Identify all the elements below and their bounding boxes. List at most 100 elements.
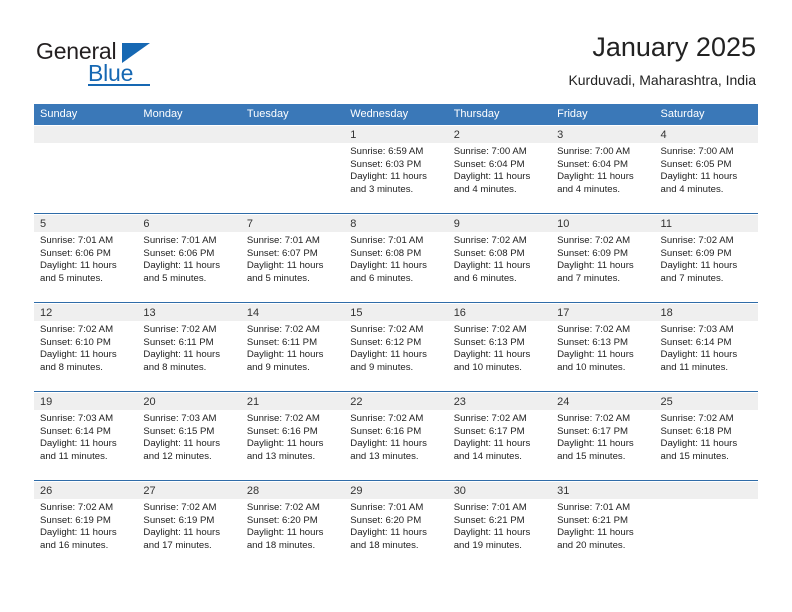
day-cell-21[interactable]: 21 Sunrise: 7:02 AM Sunset: 6:16 PM Dayligh… <box>240 392 345 480</box>
day-cell-details: Sunrise: 7:00 AM Sunset: 6:04 PM Daylight:… <box>448 143 551 196</box>
day-cell-details: Sunrise: 7:02 AM Sunset: 6:17 PM Daylight:… <box>448 410 551 463</box>
day-detail-line: Sunset: 6:18 PM <box>660 425 732 437</box>
day-detail-line: Sunrise: 7:02 AM <box>246 502 320 513</box>
day-detail-line: Daylight: 11 hours <box>143 349 221 361</box>
day-detail-line: Sunset: 6:21 PM <box>453 514 525 526</box>
day-detail-line: Sunset: 6:14 PM <box>40 425 111 437</box>
day-detail-line: and 5 minutes. <box>246 272 310 284</box>
day-detail-line: Daylight: 11 hours <box>350 171 427 183</box>
day-cell-details <box>655 499 758 502</box>
day-cell-11[interactable]: 11 Sunrise: 7:02 AM Sunset: 6:09 PM Dayligh… <box>654 214 758 302</box>
day-cell-2[interactable]: 2 Sunrise: 7:00 AM Sunset: 6:04 PM Daylight… <box>447 125 552 213</box>
day-number: 9 <box>453 218 460 230</box>
day-cell-16[interactable]: 16 Sunrise: 7:02 AM Sunset: 6:13 PM Dayligh… <box>447 303 552 391</box>
day-detail-line: Daylight: 11 hours <box>40 438 117 450</box>
day-detail-line: and 5 minutes. <box>143 272 207 284</box>
day-cell-details: Sunrise: 7:03 AM Sunset: 6:14 PM Daylight:… <box>34 410 137 463</box>
day-detail-line: Sunrise: 7:01 AM <box>350 502 424 513</box>
day-detail-line: and 9 minutes. <box>246 361 310 373</box>
day-number-bar: 23 <box>447 392 552 410</box>
day-detail-line: Daylight: 11 hours <box>557 438 634 450</box>
day-cell-28[interactable]: 28 Sunrise: 7:02 AM Sunset: 6:20 PM Dayligh… <box>240 481 345 569</box>
weekday-header-friday: Friday <box>557 108 588 120</box>
day-cell-details: Sunrise: 7:02 AM Sunset: 6:20 PM Daylight:… <box>241 499 344 552</box>
day-cell-18[interactable]: 18 Sunrise: 7:03 AM Sunset: 6:14 PM Dayligh… <box>654 303 758 391</box>
day-detail-line: Sunset: 6:13 PM <box>557 336 629 348</box>
day-detail-line: Sunrise: 7:02 AM <box>453 413 527 424</box>
day-number-bar: 3 <box>551 125 655 143</box>
day-detail-line: Daylight: 11 hours <box>557 349 634 361</box>
day-number-bar: 31 <box>551 481 655 499</box>
day-cell-27[interactable]: 27 Sunrise: 7:02 AM Sunset: 6:19 PM Dayligh… <box>137 481 241 569</box>
day-detail-line: and 16 minutes. <box>40 539 109 551</box>
day-cell-26[interactable]: 26 Sunrise: 7:02 AM Sunset: 6:19 PM Dayligh… <box>34 481 138 569</box>
day-cell-20[interactable]: 20 Sunrise: 7:03 AM Sunset: 6:15 PM Dayligh… <box>137 392 241 480</box>
day-cell-14[interactable]: 14 Sunrise: 7:02 AM Sunset: 6:11 PM Dayligh… <box>240 303 345 391</box>
weekday-header-tuesday: Tuesday <box>246 108 289 120</box>
day-detail-line: Sunrise: 7:01 AM <box>143 235 217 246</box>
day-detail-line: and 18 minutes. <box>246 539 316 551</box>
day-number-bar: 20 <box>137 392 241 410</box>
day-cell-8[interactable]: 8 Sunrise: 7:01 AM Sunset: 6:08 PM Daylight… <box>344 214 448 302</box>
day-cell-12[interactable]: 12 Sunrise: 7:02 AM Sunset: 6:10 PM Dayligh… <box>34 303 138 391</box>
day-detail-line: and 9 minutes. <box>350 361 414 373</box>
day-cell-10[interactable]: 10 Sunrise: 7:02 AM Sunset: 6:09 PM Dayligh… <box>551 214 655 302</box>
day-detail-line: Daylight: 11 hours <box>143 260 221 272</box>
day-detail-line: and 8 minutes. <box>143 361 207 373</box>
day-detail-line: Daylight: 11 hours <box>350 260 427 272</box>
day-cell-24[interactable]: 24 Sunrise: 7:02 AM Sunset: 6:17 PM Dayligh… <box>551 392 655 480</box>
day-number: 14 <box>246 307 260 319</box>
day-cell-7[interactable]: 7 Sunrise: 7:01 AM Sunset: 6:07 PM Daylight… <box>240 214 345 302</box>
day-detail-line: and 10 minutes. <box>453 361 522 373</box>
day-detail-line: Daylight: 11 hours <box>350 527 427 539</box>
day-cell-details: Sunrise: 6:59 AM Sunset: 6:03 PM Daylight:… <box>344 143 447 196</box>
day-detail-line: Daylight: 11 hours <box>246 349 324 361</box>
day-detail-line: and 13 minutes. <box>246 450 316 462</box>
day-cell-4[interactable]: 4 Sunrise: 7:00 AM Sunset: 6:05 PM Daylight… <box>654 125 758 213</box>
day-detail-line: and 10 minutes. <box>557 361 626 373</box>
day-detail-line: Sunrise: 7:02 AM <box>350 413 424 424</box>
day-cell-15[interactable]: 15 Sunrise: 7:02 AM Sunset: 6:12 PM Dayligh… <box>344 303 448 391</box>
day-cell-13[interactable]: 13 Sunrise: 7:02 AM Sunset: 6:11 PM Dayligh… <box>137 303 241 391</box>
day-detail-line: Sunrise: 7:00 AM <box>453 146 527 157</box>
day-number-bar: 12 <box>34 303 138 321</box>
day-cell-details: Sunrise: 7:01 AM Sunset: 6:21 PM Daylight:… <box>448 499 551 552</box>
day-cell-details: Sunrise: 7:00 AM Sunset: 6:05 PM Daylight:… <box>655 143 758 196</box>
day-cell-30[interactable]: 30 Sunrise: 7:01 AM Sunset: 6:21 PM Dayligh… <box>447 481 552 569</box>
day-number: 24 <box>557 396 570 408</box>
day-cell-23[interactable]: 23 Sunrise: 7:02 AM Sunset: 6:17 PM Dayligh… <box>447 392 552 480</box>
day-detail-line: and 4 minutes. <box>453 183 517 195</box>
day-detail-line: Sunset: 6:09 PM <box>557 247 629 259</box>
title-block: January 2025 Kurduvadi, Maharashtra, Ind… <box>568 30 756 90</box>
generalblue-logo[interactable]: General Blue <box>36 38 166 86</box>
day-detail-line: Sunset: 6:20 PM <box>246 514 318 526</box>
day-cell-5[interactable]: 5 Sunrise: 7:01 AM Sunset: 6:06 PM Daylight… <box>34 214 138 302</box>
day-cell-22[interactable]: 22 Sunrise: 7:02 AM Sunset: 6:16 PM Dayligh… <box>344 392 448 480</box>
day-cell-25[interactable]: 25 Sunrise: 7:02 AM Sunset: 6:18 PM Dayligh… <box>654 392 758 480</box>
day-detail-line: Sunset: 6:14 PM <box>660 336 732 348</box>
day-detail-line: and 20 minutes. <box>557 539 626 551</box>
page-title: January 2025 <box>592 32 756 62</box>
day-detail-line: Sunrise: 7:02 AM <box>40 324 114 335</box>
day-detail-line: Daylight: 11 hours <box>246 260 324 272</box>
day-detail-line: Sunset: 6:06 PM <box>143 247 215 259</box>
day-detail-line: Sunset: 6:08 PM <box>453 247 525 259</box>
day-number: 17 <box>557 307 570 319</box>
day-cell-3[interactable]: 3 Sunrise: 7:00 AM Sunset: 6:04 PM Daylight… <box>551 125 655 213</box>
day-cell-9[interactable]: 9 Sunrise: 7:02 AM Sunset: 6:08 PM Daylight… <box>447 214 552 302</box>
day-cell-31[interactable]: 31 Sunrise: 7:01 AM Sunset: 6:21 PM Dayligh… <box>551 481 655 569</box>
day-detail-line: Sunset: 6:10 PM <box>40 336 111 348</box>
day-cell-29[interactable]: 29 Sunrise: 7:01 AM Sunset: 6:20 PM Dayligh… <box>344 481 448 569</box>
day-cell-6[interactable]: 6 Sunrise: 7:01 AM Sunset: 6:06 PM Daylight… <box>137 214 241 302</box>
day-cell-details: Sunrise: 7:01 AM Sunset: 6:07 PM Daylight:… <box>241 232 344 285</box>
day-detail-line: and 3 minutes. <box>350 183 414 195</box>
day-cell-1[interactable]: 1 Sunrise: 6:59 AM Sunset: 6:03 PM Daylight… <box>344 125 448 213</box>
day-number-bar: 9 <box>447 214 552 232</box>
day-detail-line: Sunrise: 7:01 AM <box>453 502 527 513</box>
day-cell-17[interactable]: 17 Sunrise: 7:02 AM Sunset: 6:13 PM Dayligh… <box>551 303 655 391</box>
day-detail-line: Sunset: 6:16 PM <box>246 425 318 437</box>
day-cell-details: Sunrise: 7:03 AM Sunset: 6:15 PM Daylight:… <box>137 410 240 463</box>
day-number: 27 <box>143 485 156 497</box>
day-cell-19[interactable]: 19 Sunrise: 7:03 AM Sunset: 6:14 PM Dayligh… <box>34 392 138 480</box>
day-number: 30 <box>453 485 466 497</box>
